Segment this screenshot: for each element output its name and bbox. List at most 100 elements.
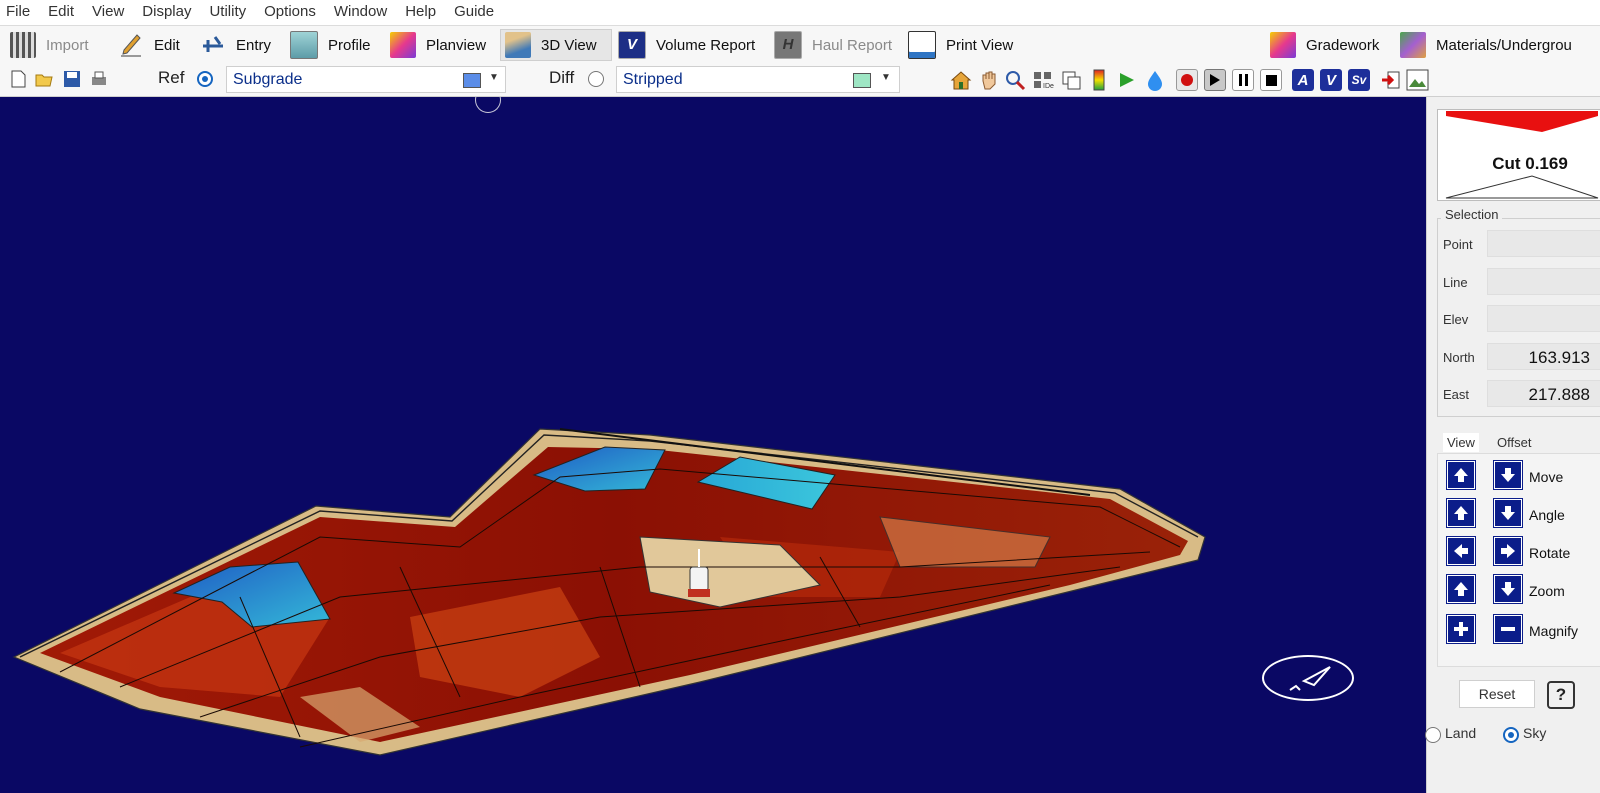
ref-color-swatch <box>463 73 481 88</box>
planview-button[interactable]: Planview <box>386 29 490 61</box>
ref-radio[interactable] <box>197 71 213 87</box>
menu-guide[interactable]: Guide <box>445 0 503 24</box>
profile-label: Profile <box>328 36 371 54</box>
move-up-button[interactable] <box>1446 460 1476 490</box>
menu-view[interactable]: View <box>83 0 133 24</box>
color-scale-icon[interactable] <box>1088 69 1110 91</box>
diff-label: Diff <box>549 68 575 87</box>
3d-viewport[interactable] <box>0 97 1426 793</box>
menu-help[interactable]: Help <box>396 0 445 24</box>
grid-icon[interactable]: IDe <box>1032 69 1054 91</box>
ref-surface-dropdown[interactable]: Subgrade ▼ <box>226 66 506 93</box>
arrow-up-icon <box>1454 468 1468 482</box>
menu-edit[interactable]: Edit <box>39 0 83 24</box>
ref-label: Ref <box>158 68 185 87</box>
zoom-down-button[interactable] <box>1493 574 1523 604</box>
surface-toolbar: Ref Subgrade ▼ Diff Stripped ▼ IDe A V S… <box>0 64 1600 97</box>
entry-label: Entry <box>236 36 272 54</box>
tab-offset[interactable]: Offset <box>1493 433 1535 452</box>
zoom-window-icon[interactable] <box>1004 69 1026 91</box>
open-folder-icon[interactable] <box>35 70 53 88</box>
sky-radio[interactable] <box>1503 727 1519 743</box>
play-button[interactable] <box>1204 69 1226 91</box>
land-label: Land <box>1445 725 1477 741</box>
record-icon <box>1181 74 1193 86</box>
pan-hand-icon[interactable] <box>978 69 1000 91</box>
letter-sv-button[interactable]: Sv <box>1348 69 1370 91</box>
point-label: Point <box>1443 237 1473 252</box>
stop-button[interactable] <box>1260 69 1282 91</box>
letter-a-button[interactable]: A <box>1292 69 1314 91</box>
haul-report-button[interactable]: H Haul Report <box>770 29 896 61</box>
magnify-minus-button[interactable] <box>1493 614 1523 644</box>
materials-button[interactable]: Materials/Undergrou <box>1396 29 1576 61</box>
materials-icon <box>1400 32 1426 58</box>
arrow-left-icon <box>1454 544 1468 558</box>
home-icon[interactable] <box>950 69 972 91</box>
menu-utility[interactable]: Utility <box>200 0 255 24</box>
3d-view-icon <box>505 32 531 58</box>
letter-v-button[interactable]: V <box>1320 69 1342 91</box>
edit-label: Edit <box>154 36 180 54</box>
print-icon[interactable] <box>90 70 108 88</box>
diff-surface-dropdown[interactable]: Stripped ▼ <box>616 66 900 93</box>
arrow-down-icon <box>1501 582 1515 596</box>
east-field: 217.888 <box>1487 380 1600 407</box>
volume-report-label: Volume Report <box>656 36 756 54</box>
pause-button[interactable] <box>1232 69 1254 91</box>
record-button[interactable] <box>1176 69 1198 91</box>
exit-icon[interactable] <box>1380 69 1402 91</box>
diff-radio[interactable] <box>588 71 604 87</box>
diff-color-swatch <box>853 73 871 88</box>
menu-file[interactable]: File <box>0 0 39 24</box>
materials-label: Materials/Undergrou <box>1436 36 1572 54</box>
print-view-icon <box>908 31 936 59</box>
new-file-icon[interactable] <box>9 70 27 88</box>
terrain-render <box>12 428 1206 756</box>
print-view-label: Print View <box>946 36 1014 54</box>
line-field <box>1487 268 1600 295</box>
menu-window[interactable]: Window <box>325 0 396 24</box>
arrow-up-icon <box>1454 582 1468 596</box>
volume-report-button[interactable]: V Volume Report <box>614 29 759 61</box>
gradework-button[interactable]: Gradework <box>1266 29 1383 61</box>
planview-label: Planview <box>426 36 487 54</box>
zoom-label: Zoom <box>1529 583 1565 599</box>
reset-button[interactable]: Reset <box>1459 680 1535 708</box>
gradework-icon <box>1270 32 1296 58</box>
flag-icon[interactable] <box>1116 69 1138 91</box>
tab-view[interactable]: View <box>1443 433 1479 452</box>
angle-up-button[interactable] <box>1446 498 1476 528</box>
selection-title: Selection <box>1441 207 1503 222</box>
magnify-plus-button[interactable] <box>1446 614 1476 644</box>
save-icon[interactable] <box>63 70 81 88</box>
north-value: 163.913 <box>1528 348 1590 367</box>
3d-view-button[interactable]: 3D View <box>500 29 612 61</box>
arrow-down-icon <box>1501 468 1515 482</box>
zoom-up-button[interactable] <box>1446 574 1476 604</box>
image-icon[interactable] <box>1406 68 1430 92</box>
land-radio[interactable] <box>1425 727 1441 743</box>
menu-display[interactable]: Display <box>133 0 200 24</box>
move-down-button[interactable] <box>1493 460 1523 490</box>
import-button[interactable]: Import <box>6 29 93 61</box>
compass-icon[interactable] <box>1262 655 1354 701</box>
layers-icon[interactable] <box>1060 69 1082 91</box>
pause-icon <box>1238 74 1248 86</box>
angle-down-button[interactable] <box>1493 498 1523 528</box>
water-drop-icon[interactable] <box>1144 69 1166 91</box>
help-button[interactable]: ? <box>1547 681 1575 709</box>
menu-options[interactable]: Options <box>255 0 325 24</box>
profile-button[interactable]: Profile <box>286 29 375 61</box>
point-field <box>1487 230 1600 257</box>
elev-field <box>1487 305 1600 332</box>
rotate-right-button[interactable] <box>1493 536 1523 566</box>
edit-button[interactable]: Edit <box>114 29 184 61</box>
rotate-left-button[interactable] <box>1446 536 1476 566</box>
cut-value: Cut 0.169 <box>1492 154 1568 173</box>
print-view-button[interactable]: Print View <box>904 29 1017 61</box>
plus-icon <box>1454 622 1468 636</box>
sky-label: Sky <box>1523 725 1547 741</box>
entry-button[interactable]: Entry <box>196 29 275 61</box>
haul-report-label: Haul Report <box>812 36 893 54</box>
